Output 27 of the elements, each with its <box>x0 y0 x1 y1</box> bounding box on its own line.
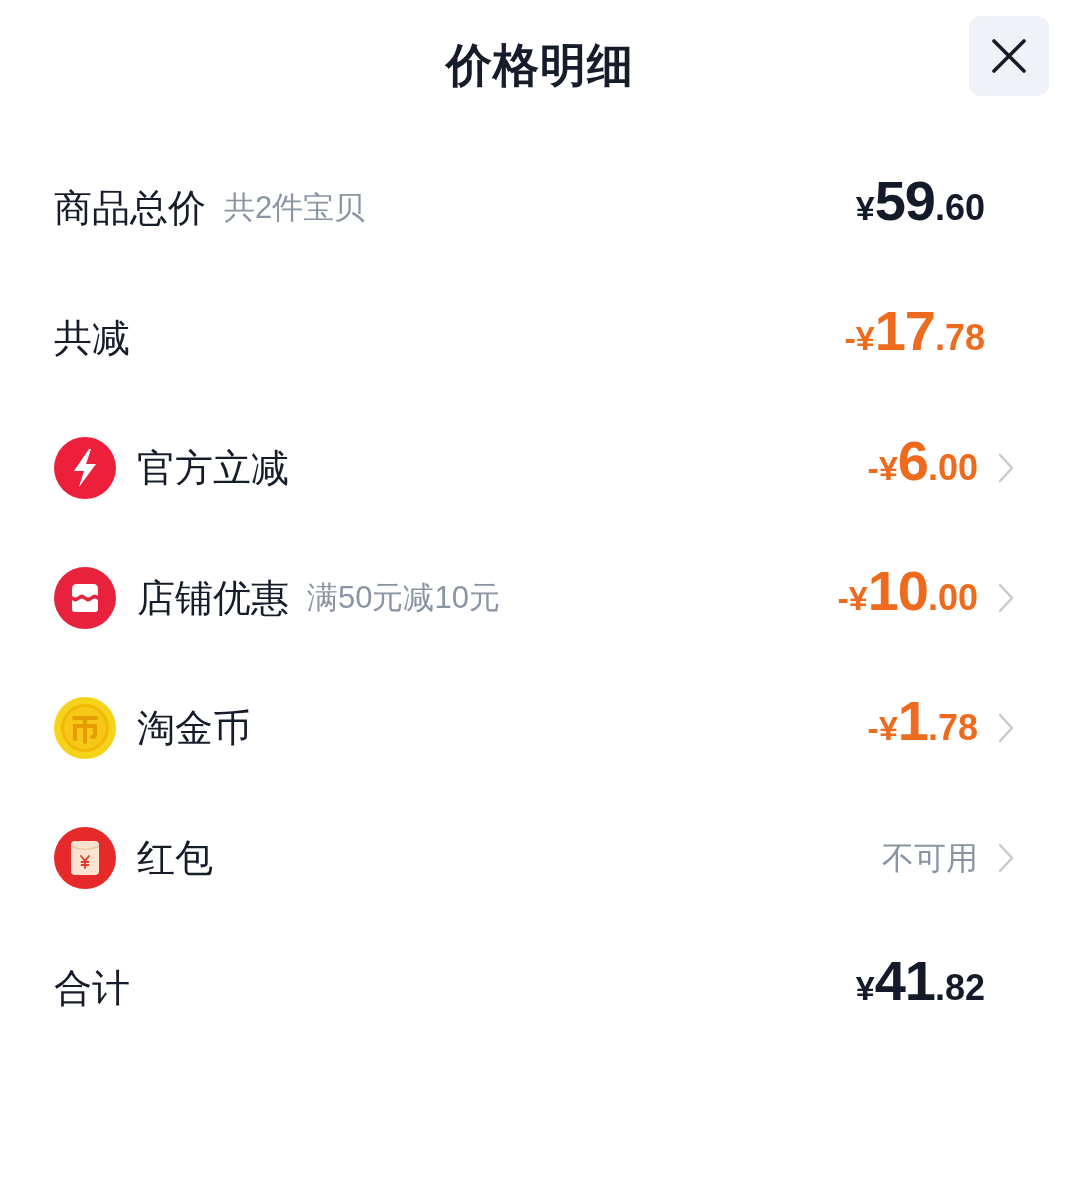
coin-icon <box>54 697 116 759</box>
price-amount: ¥41.82 <box>855 951 985 1014</box>
row-label: 红包 <box>137 836 213 880</box>
price-amount: -¥6.00 <box>867 431 978 494</box>
row-label: 官方立减 <box>137 446 289 490</box>
close-button[interactable] <box>969 16 1049 96</box>
row-label: 淘金币 <box>137 706 251 750</box>
chevron-icon[interactable] <box>998 453 1014 483</box>
chevron-icon[interactable] <box>998 713 1014 743</box>
row-note: 满50元减10元 <box>307 579 500 617</box>
shop-icon <box>54 567 116 629</box>
chevron-icon[interactable] <box>998 843 1014 873</box>
status-text: 不可用 <box>882 839 978 878</box>
price-amount: -¥10.00 <box>837 561 978 624</box>
price-amount: -¥17.78 <box>844 301 985 364</box>
sheet-title: 价格明细 <box>446 40 634 90</box>
row-label: 共减 <box>54 316 130 360</box>
envelope-icon <box>54 827 116 889</box>
row-label: 合计 <box>54 966 130 1010</box>
price-amount: ¥59.60 <box>855 171 985 234</box>
row-label: 店铺优惠 <box>137 576 289 620</box>
lightning-icon <box>54 437 116 499</box>
row-label: 商品总价 <box>54 186 206 230</box>
close-icon <box>991 38 1027 74</box>
row-note: 共2件宝贝 <box>224 189 366 227</box>
chevron-icon[interactable] <box>998 583 1014 613</box>
price-amount: -¥1.78 <box>867 691 978 754</box>
